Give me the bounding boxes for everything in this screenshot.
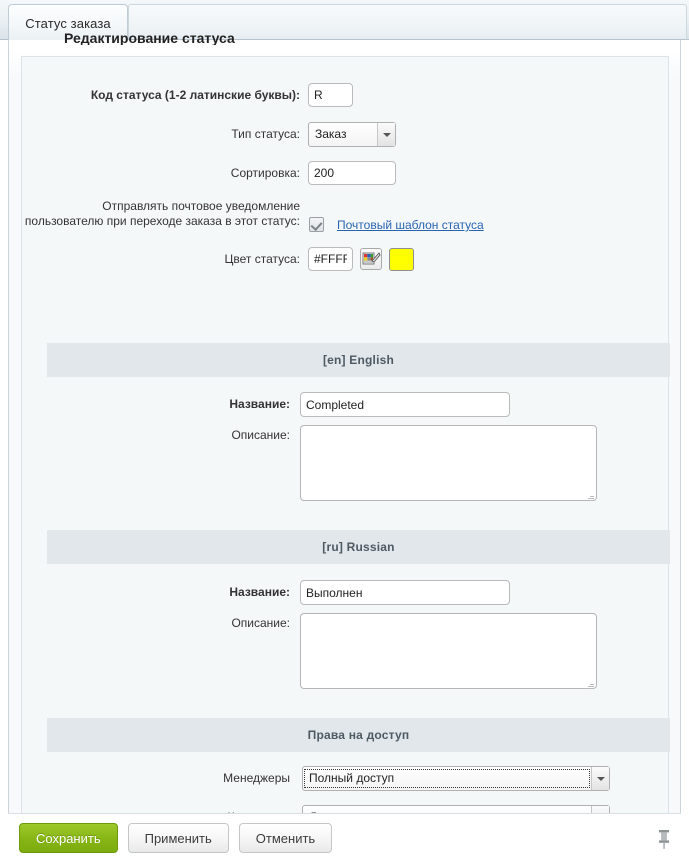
status-form-panel: Код статуса (1-2 латинские буквы): Тип с… [21, 56, 670, 830]
chevron-down-icon [377, 123, 395, 146]
field-desc-en: Описание: [22, 425, 642, 504]
field-name-ru: Название: [22, 580, 642, 605]
section-title-en: [en] English [322, 353, 395, 367]
section-header-access: Права на доступ [47, 718, 670, 752]
field-name-en: Название: [22, 392, 642, 417]
status-type-value: Заказ [315, 127, 347, 141]
field-mail-notification: Отправлять почтовое уведомление пользова… [22, 197, 652, 232]
save-button[interactable]: Сохранить [19, 823, 118, 853]
content-container: Редактирование статуса Код статуса (1-2 … [8, 31, 681, 862]
cancel-button[interactable]: Отменить [238, 823, 333, 853]
status-code-input[interactable] [308, 83, 353, 107]
field-desc-ru: Описание: [22, 613, 642, 692]
desc-en-wrap [300, 425, 597, 504]
pushpin-icon[interactable] [657, 828, 671, 850]
section-title-ru: [ru] Russian [322, 540, 395, 554]
field-status-code: Код статуса (1-2 латинские буквы): [22, 83, 502, 107]
desc-ru-label: Описание: [231, 616, 290, 630]
field-access-managers: Менеджеры Полный доступ [22, 766, 652, 791]
status-type-label: Тип статуса: [231, 127, 300, 141]
name-ru-label: Название: [229, 585, 290, 599]
chevron-down-icon [591, 767, 609, 790]
access-managers-value: Полный доступ [304, 769, 590, 788]
field-status-color: Цвет статуса: [22, 247, 502, 271]
section-header-ru: [ru] Russian [47, 530, 670, 564]
sort-label: Сортировка: [230, 166, 300, 180]
name-en-input[interactable] [300, 392, 510, 417]
color-picker-icon[interactable] [360, 248, 382, 270]
status-color-input[interactable] [308, 247, 353, 271]
apply-button[interactable]: Применить [127, 823, 229, 853]
mail-template-link[interactable]: Почтовый шаблон статуса [337, 218, 484, 232]
mail-notification-checkbox[interactable] [309, 217, 324, 232]
status-code-label: Код статуса (1-2 латинские буквы): [90, 88, 300, 102]
section-header-en: [en] English [47, 343, 670, 377]
page-body: Редактирование статуса Код статуса (1-2 … [0, 31, 689, 862]
desc-ru-textarea[interactable] [300, 613, 597, 689]
name-ru-input[interactable] [300, 580, 510, 605]
sort-input[interactable] [308, 161, 396, 185]
desc-en-label: Описание: [231, 428, 290, 442]
field-sort: Сортировка: [22, 161, 502, 185]
page-title: Редактирование статуса [64, 31, 235, 45]
access-managers-select[interactable]: Полный доступ [302, 766, 610, 791]
field-status-type: Тип статуса: Заказ [22, 122, 502, 147]
status-color-swatch[interactable] [389, 247, 414, 271]
desc-ru-wrap [300, 613, 597, 692]
desc-en-textarea[interactable] [300, 425, 597, 501]
form-action-bar: Сохранить Применить Отменить [8, 813, 681, 862]
mail-notification-label: Отправлять почтовое уведомление пользова… [24, 199, 300, 228]
tab-order-status-label: Статус заказа [25, 15, 111, 31]
status-color-label: Цвет статуса: [224, 251, 301, 266]
section-title-access: Права на доступ [307, 728, 410, 742]
access-managers-label: Менеджеры [223, 771, 290, 785]
status-type-select[interactable]: Заказ [308, 122, 396, 147]
name-en-label: Название: [229, 397, 290, 411]
